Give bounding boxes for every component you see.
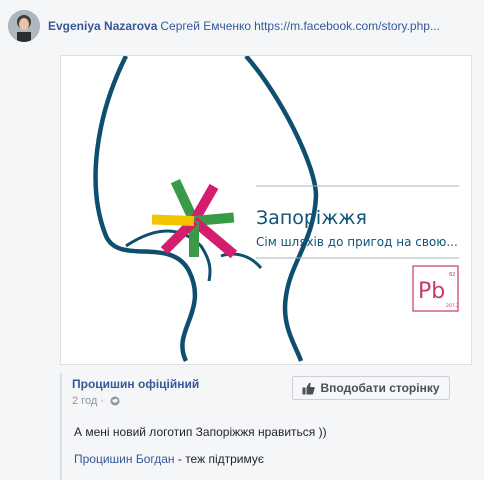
dot-separator: ·	[97, 395, 104, 407]
pb-badge: 82 Pb 207.2	[412, 265, 459, 312]
post-time[interactable]: 2 год	[72, 395, 97, 407]
avatar[interactable]	[8, 10, 40, 42]
post-meta: 2 год ·	[72, 395, 120, 407]
body-curve-left	[93, 56, 198, 363]
like-page-button[interactable]: Вподобати сторінку	[292, 376, 450, 400]
body-curve-inner-right	[220, 252, 263, 270]
badge-bottom-number: 207.2	[446, 303, 459, 309]
badge-top-number: 82	[449, 272, 455, 278]
shared-post-body: А мені новий логотип Запоріжжя нравиться…	[60, 417, 472, 480]
star-logo	[151, 179, 238, 259]
shared-post-header: Процишин офіційний 2 год · Вподобати сто…	[60, 373, 472, 417]
tagged-user[interactable]: Сергей Емченко	[160, 19, 251, 33]
badge-logo: Pb	[418, 279, 445, 304]
shared-comment: Процишин Богдан - теж підтримує	[74, 452, 264, 466]
commenter-name[interactable]: Процишин Богдан	[74, 452, 175, 466]
thumbs-up-icon	[302, 382, 316, 394]
media-title: Запоріжжя	[256, 207, 367, 229]
post-header-text: Evgeniya Nazarova Сергей Емченко https://m…	[48, 18, 468, 34]
comment-text: - теж підтримує	[174, 452, 265, 466]
media-subtitle: Сім шляхів до пригод на свою...	[256, 235, 458, 249]
zaporizhzhia-logo-image: Запоріжжя Сім шляхів до пригод на свою..…	[93, 56, 459, 363]
page-name[interactable]: Процишин офіційний	[72, 377, 199, 391]
like-page-label: Вподобати сторінку	[320, 381, 440, 395]
globe-icon[interactable]	[110, 396, 120, 406]
post-header: Evgeniya Nazarova Сергей Емченко https://m…	[8, 8, 478, 44]
post-image[interactable]: Запоріжжя Сім шляхів до пригод на свою..…	[60, 55, 472, 365]
shared-link[interactable]: https://m.facebook.com/story.php...	[254, 19, 440, 33]
profile-photo	[8, 10, 40, 42]
author-name[interactable]: Evgeniya Nazarova	[48, 19, 157, 33]
shared-post-text: А мені новий логотип Запоріжжя нравиться…	[74, 425, 327, 439]
